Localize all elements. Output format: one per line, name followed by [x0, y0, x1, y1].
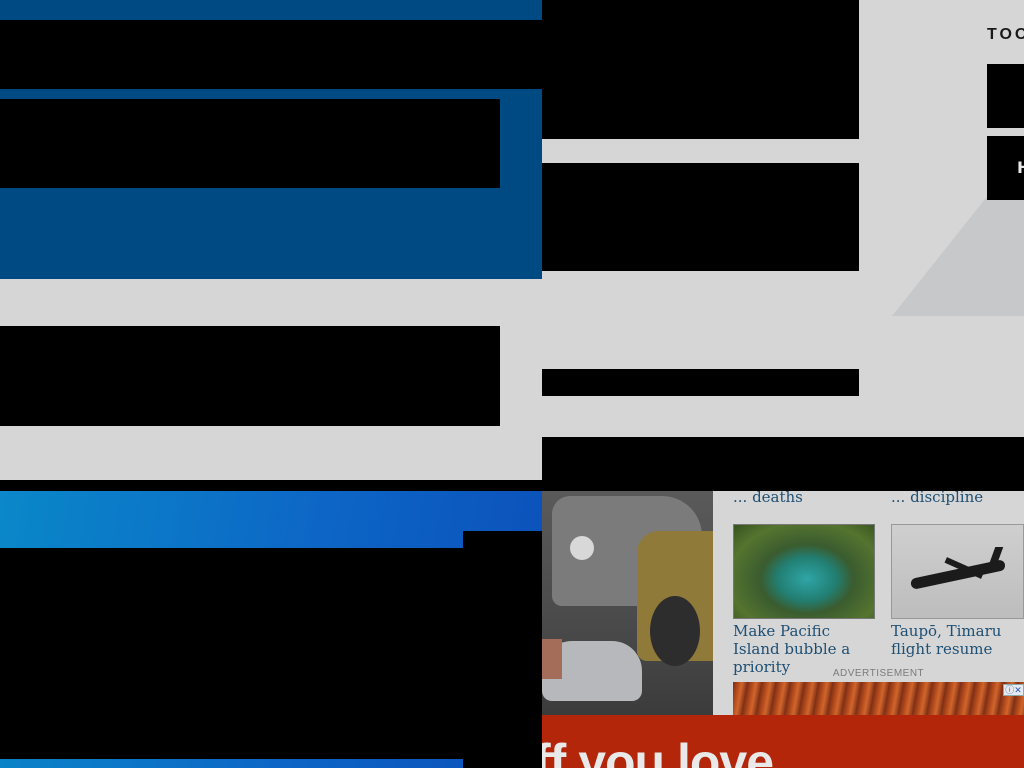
story-thumbnail-blue-spring[interactable] [733, 524, 875, 619]
tool-button-1[interactable] [987, 64, 1024, 128]
redacted-nav-bar [0, 20, 542, 89]
section-divider [0, 480, 542, 491]
redacted-article-block-2 [542, 163, 859, 271]
news-photo-car-scene[interactable] [542, 491, 713, 715]
tool-button-2[interactable]: H [987, 136, 1024, 200]
arm-shape [542, 639, 562, 679]
redacted-hero-content [0, 99, 500, 188]
wheel-shape [650, 596, 700, 666]
redacted-content-block [0, 326, 500, 426]
story-link-2[interactable]: ... discipline [891, 488, 1024, 506]
car-headlight [570, 536, 594, 560]
promo-banner-text: ff you love [542, 734, 774, 768]
story-link-4[interactable]: Taupō, Timaru flight resume [891, 622, 1024, 658]
redacted-promo-content [0, 548, 463, 759]
tools-heading: TOOL [987, 26, 1024, 43]
story-link-1[interactable]: ... deaths [733, 488, 878, 506]
promo-banner[interactable]: ff you love [542, 715, 1024, 768]
header-top-strip [0, 0, 542, 20]
story-thumbnail-plane[interactable] [891, 524, 1024, 619]
redacted-side-block [463, 531, 542, 768]
redacted-banner-bar [542, 437, 1024, 491]
ad-choices-icon[interactable]: ⓘ✕ [1003, 684, 1024, 696]
ad-image[interactable] [733, 682, 1024, 715]
redacted-article-strip [542, 369, 859, 396]
advertisement-label: ADVERTISEMENT [832, 668, 925, 679]
tool-button-2-label: H [1017, 158, 1024, 177]
redacted-article-block-1 [542, 0, 859, 139]
